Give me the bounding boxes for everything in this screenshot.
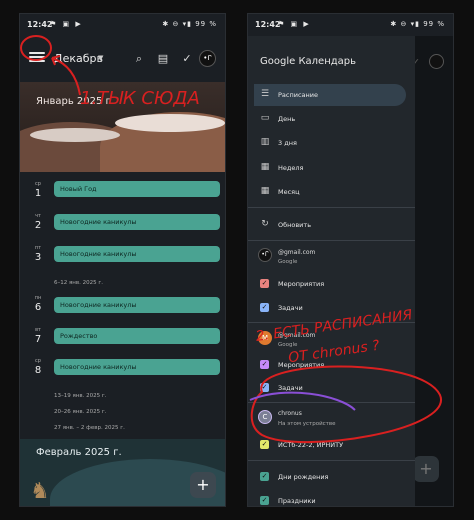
highlight-annotation (249, 391, 356, 411)
circle-annotation (20, 35, 52, 61)
handwritten-note: 1.ТЫК СЮДА (80, 88, 200, 109)
arrow-annotation (51, 57, 81, 96)
annotation-overlay (20, 35, 442, 444)
